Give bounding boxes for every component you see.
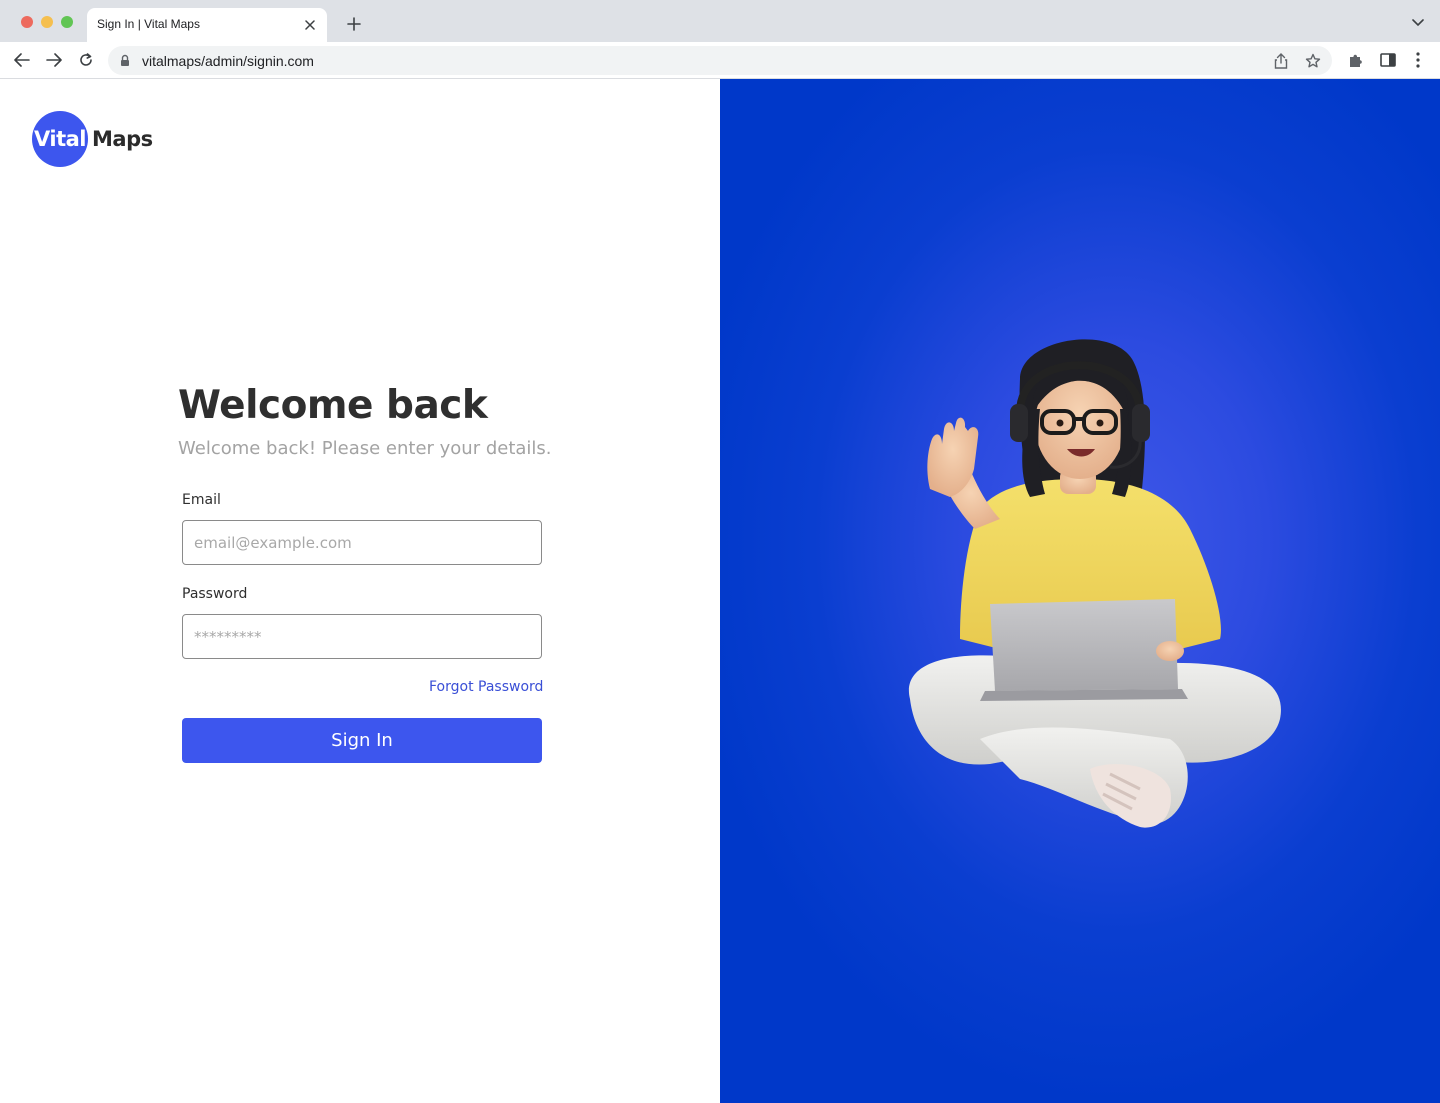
extensions-puzzle-icon[interactable] xyxy=(1347,51,1365,69)
browser-menu-kebab-icon[interactable] xyxy=(1409,51,1427,69)
signin-page: Vital Maps Welcome back Welcome back! Pl… xyxy=(0,79,1440,1103)
side-panel-icon[interactable] xyxy=(1379,51,1397,69)
forward-arrow-icon[interactable] xyxy=(44,50,64,70)
vital-maps-logo[interactable]: Vital Maps xyxy=(32,111,153,167)
logo-circle: Vital xyxy=(32,111,88,167)
password-label: Password xyxy=(182,586,248,602)
address-bar[interactable]: vitalmaps/admin/signin.com xyxy=(108,46,1332,75)
maximize-window-button[interactable] xyxy=(61,16,73,28)
reload-icon[interactable] xyxy=(76,50,96,70)
page-title: Welcome back xyxy=(178,383,488,428)
new-tab-icon[interactable] xyxy=(344,14,364,34)
browser-toolbar: vitalmaps/admin/signin.com xyxy=(0,42,1440,79)
tab-title: Sign In | Vital Maps xyxy=(97,17,200,31)
email-label: Email xyxy=(182,492,221,508)
browser-tabstrip: Sign In | Vital Maps xyxy=(0,0,1440,42)
signin-panel: Vital Maps Welcome back Welcome back! Pl… xyxy=(0,79,720,1103)
logo-text-maps: Maps xyxy=(92,127,153,151)
waving-woman-illustration xyxy=(908,339,1281,828)
page-subtitle: Welcome back! Please enter your details. xyxy=(178,438,552,459)
hero-panel xyxy=(720,79,1440,1103)
email-field[interactable] xyxy=(182,520,542,565)
logo-text-vital: Vital xyxy=(34,127,87,151)
minimize-window-button[interactable] xyxy=(41,16,53,28)
lock-icon[interactable] xyxy=(120,54,132,67)
sign-in-button[interactable]: Sign In xyxy=(182,718,542,763)
share-icon[interactable] xyxy=(1272,52,1290,70)
bookmark-star-icon[interactable] xyxy=(1304,52,1322,70)
back-arrow-icon[interactable] xyxy=(12,50,32,70)
tab-search-chevron-icon[interactable] xyxy=(1410,15,1426,31)
browser-tab-active[interactable]: Sign In | Vital Maps xyxy=(87,8,327,42)
forgot-password-link[interactable]: Forgot Password xyxy=(429,679,543,695)
tab-close-icon[interactable] xyxy=(301,16,319,34)
password-field[interactable] xyxy=(182,614,542,659)
url-text[interactable]: vitalmaps/admin/signin.com xyxy=(142,53,314,69)
close-window-button[interactable] xyxy=(21,16,33,28)
